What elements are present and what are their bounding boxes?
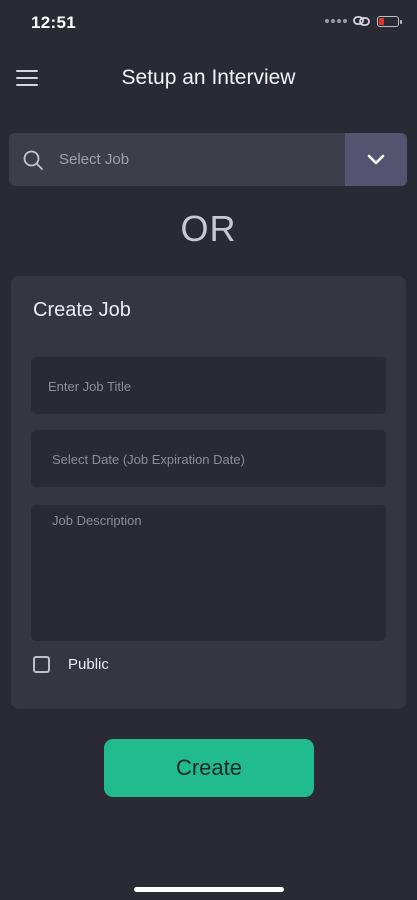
battery-level [379,17,384,25]
page-title: Setup an Interview [121,66,296,89]
job-description-textarea[interactable]: Job Description [31,505,386,641]
status-icons [325,15,402,27]
select-job-dropdown[interactable]: Select Job [9,133,407,186]
select-job-placeholder: Select Job [59,151,130,168]
setup-interview-screen: 12:51 Setup an Interview Select Job OR C… [0,0,417,900]
app-header: Setup an Interview [0,56,417,102]
or-divider: OR [180,208,237,249]
create-job-card: Create Job Enter Job Title Select Date (… [11,276,406,709]
dropdown-toggle-button[interactable] [345,133,407,186]
status-time: 12:51 [31,13,76,32]
status-bar: 12:51 [0,0,417,46]
public-checkbox-label: Public [68,656,109,673]
home-indicator [134,887,284,892]
signal-dots-icon [325,19,347,23]
create-button[interactable]: Create [104,739,314,797]
search-icon [23,150,43,170]
create-job-title: Create Job [33,299,131,321]
public-checkbox-row[interactable]: Public [33,656,109,673]
expiration-date-input[interactable]: Select Date (Job Expiration Date) [31,430,386,487]
job-description-placeholder: Job Description [52,513,142,528]
public-checkbox[interactable] [33,656,50,673]
link-icon [353,16,370,26]
job-title-placeholder: Enter Job Title [48,379,132,394]
job-title-input[interactable]: Enter Job Title [31,357,386,414]
expiration-date-placeholder: Select Date (Job Expiration Date) [52,452,245,467]
battery-icon [377,15,402,27]
chevron-down-icon [367,154,385,164]
